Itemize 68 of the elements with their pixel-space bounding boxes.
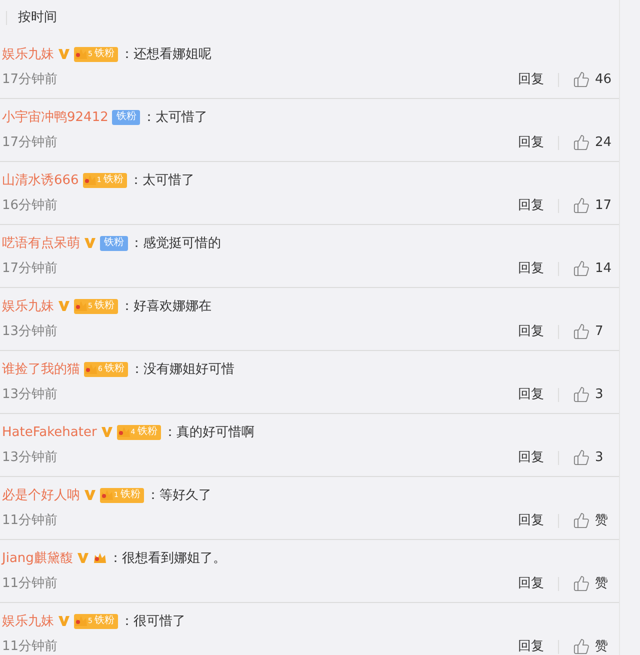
like-count: 14 [595,260,613,278]
reply-link[interactable]: 回复 [518,637,544,655]
reply-link[interactable]: 回复 [518,448,544,468]
fan-badge: 铁粉 [100,236,128,251]
timestamp: 16分钟前 [2,197,58,215]
crown-icon [74,47,88,62]
like-count: 3 [595,449,604,467]
crown-icon [84,362,98,376]
comment-text: ：太可惜了 [129,172,194,190]
reply-link[interactable]: 回复 [518,322,544,342]
reply-link[interactable]: 回复 [518,574,544,594]
like-count: 7 [595,323,604,341]
like-count: 赞 [595,512,609,530]
like-icon[interactable] [573,449,590,466]
timestamp: 17分钟前 [2,71,58,89]
timestamp: 13分钟前 [2,449,58,467]
badge-label: 铁粉 [104,364,124,374]
crown-icon [100,488,114,502]
badge-label: 铁粉 [94,49,114,60]
timestamp: 13分钟前 [2,323,58,341]
crown-icon [82,173,97,188]
comment-text: ：很可惜了 [120,612,186,630]
reply-link[interactable]: 回复 [518,133,544,152]
like-count: 17 [595,197,613,215]
timestamp: 17分钟前 [2,260,58,278]
badge-label: 铁粉 [94,301,114,312]
badge-label: 铁粉 [94,616,114,626]
comment-text: ：很想看到娜姐了。 [108,550,226,568]
reply-link[interactable]: 回复 [518,70,544,90]
like-count: 46 [595,71,613,89]
like-icon[interactable] [573,134,590,152]
crown-icon [74,299,88,314]
like-icon[interactable] [573,638,590,655]
like-icon[interactable] [573,260,590,278]
crown-icon [74,614,88,628]
timestamp: 17分钟前 [2,134,58,152]
crown-icon [116,425,131,440]
badge-label: 铁粉 [120,490,140,500]
badge-label: 铁粉 [137,427,158,438]
like-count: 赞 [595,638,609,655]
like-count: 24 [595,134,613,152]
timestamp: 11分钟前 [2,575,58,593]
like-icon[interactable] [573,512,590,530]
like-icon[interactable] [573,71,590,88]
comment-text: ：感觉挺可惜的 [130,234,221,252]
crown-icon [92,551,107,566]
like-icon[interactable] [573,386,590,404]
like-icon[interactable] [573,197,590,214]
sort-tab[interactable]: 按时间 [18,8,57,28]
reply-link[interactable]: 回复 [518,196,544,216]
timestamp: 11分钟前 [2,512,58,530]
like-count: 3 [595,386,604,404]
timestamp: 11分钟前 [2,638,58,655]
comment-text: ：没有娜姐好可惜 [130,360,234,378]
timestamp: 13分钟前 [2,386,58,404]
reply-link[interactable]: 回复 [518,511,544,530]
comment-text: ：还想看娜姐呢 [120,46,212,64]
like-icon[interactable] [573,323,590,340]
badge-label: 铁粉 [103,175,124,186]
comment-text: ：太可惜了 [142,108,208,126]
like-icon[interactable] [573,575,590,592]
comment-text: ：好喜欢娜娜在 [120,298,212,316]
comment-text: ：真的好可惜啊 [163,424,254,442]
comment-text: ：等好久了 [146,486,212,504]
fan-badge: 铁粉 [112,110,140,125]
reply-link[interactable]: 回复 [518,259,544,278]
reply-link[interactable]: 回复 [518,385,544,404]
like-count: 赞 [595,575,609,593]
